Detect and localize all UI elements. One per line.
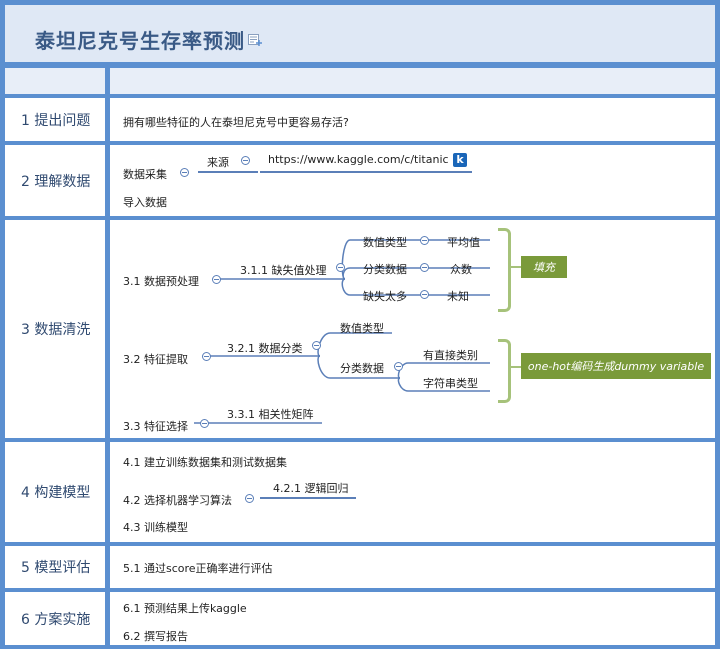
node-numeric-type: 数值类型 <box>363 236 407 249</box>
brace-bracket <box>498 228 511 312</box>
title-bar: 泰坦尼克号生存率预测 <box>5 5 715 62</box>
node-has-direct-category: 有直接类别 <box>423 349 478 362</box>
collapse-toggle-icon[interactable] <box>200 419 209 428</box>
row-label-4: 4 构建模型 <box>5 442 105 542</box>
brace-connector <box>511 266 521 268</box>
row-label-6: 6 方案实施 <box>5 592 105 645</box>
node-source: 来源 <box>207 156 229 169</box>
collapse-toggle-icon[interactable] <box>420 290 429 299</box>
question-text: 拥有哪些特征的人在泰坦尼克号中更容易存活? <box>123 116 349 129</box>
connector-lines-svg <box>194 239 490 424</box>
node-numeric-type-2: 数值类型 <box>340 322 384 335</box>
row-label-2: 2 理解数据 <box>5 145 105 216</box>
node-data-collect: 数据采集 <box>123 168 167 181</box>
brace-connector <box>511 366 521 368</box>
collapse-toggle-icon[interactable] <box>180 168 189 177</box>
node-mode: 众数 <box>450 263 472 276</box>
node-categorical: 分类数据 <box>363 263 407 276</box>
row-label-3: 3 数据清洗 <box>5 220 105 438</box>
node-mean: 平均值 <box>447 236 480 249</box>
node-preprocess: 3.1 数据预处理 <box>123 275 199 288</box>
node-categorical-2: 分类数据 <box>340 362 384 375</box>
node-upload-kaggle: 6.1 预测结果上传kaggle <box>123 602 247 615</box>
node-write-report: 6.2 撰写报告 <box>123 630 188 643</box>
collapse-toggle-icon[interactable] <box>202 352 211 361</box>
kaggle-icon[interactable]: k <box>453 153 467 167</box>
page-title: 泰坦尼克号生存率预测 <box>35 29 245 53</box>
collapse-toggle-icon[interactable] <box>420 263 429 272</box>
node-import-data: 导入数据 <box>123 196 167 209</box>
callout-fill: 填充 <box>521 256 567 278</box>
node-evaluate-score: 5.1 通过score正确率进行评估 <box>123 562 273 575</box>
callout-onehot: one-hot编码生成dummy variable <box>521 353 711 379</box>
node-string-type: 字符串类型 <box>423 377 478 390</box>
note-icon <box>248 34 262 46</box>
header-cell-right <box>110 68 715 94</box>
collapse-toggle-icon[interactable] <box>241 156 250 165</box>
row-content-6: 6.1 预测结果上传kaggle 6.2 撰写报告 <box>110 592 715 645</box>
node-too-many-missing: 缺失太多 <box>363 290 407 303</box>
collapse-toggle-icon[interactable] <box>212 275 221 284</box>
node-unknown: 未知 <box>447 290 469 303</box>
brace-bracket <box>498 339 511 403</box>
header-cell-left <box>5 68 105 94</box>
collapse-toggle-icon[interactable] <box>394 362 403 371</box>
collapse-toggle-icon[interactable] <box>336 263 345 272</box>
node-feature-selection: 3.3 特征选择 <box>123 420 188 433</box>
connector-line <box>198 171 258 173</box>
collapse-toggle-icon[interactable] <box>245 494 254 503</box>
row-content-2: 数据采集 来源 https://www.kaggle.com/c/titanic… <box>110 145 715 216</box>
node-train-model: 4.3 训练模型 <box>123 521 188 534</box>
row-content-1: 拥有哪些特征的人在泰坦尼克号中更容易存活? <box>110 98 715 141</box>
row-content-5: 5.1 通过score正确率进行评估 <box>110 546 715 588</box>
node-url-link[interactable]: https://www.kaggle.com/c/titanic <box>268 153 449 166</box>
node-data-classification: 3.2.1 数据分类 <box>227 342 303 355</box>
collapse-toggle-icon[interactable] <box>312 341 321 350</box>
collapse-toggle-icon[interactable] <box>420 236 429 245</box>
row-content-3: 3.1 数据预处理 3.1.1 缺失值处理 数值类型 平均值 分类数据 众数 缺… <box>110 220 715 438</box>
mindmap-page: 泰坦尼克号生存率预测 1 提出问题 拥有哪些特征的人在泰坦尼克号中更容易存活? … <box>0 0 720 649</box>
node-logistic-regression: 4.2.1 逻辑回归 <box>273 482 349 495</box>
row-label-5: 5 模型评估 <box>5 546 105 588</box>
node-choose-algorithm: 4.2 选择机器学习算法 <box>123 494 232 507</box>
row-label-1: 1 提出问题 <box>5 98 105 141</box>
connector-line <box>260 171 472 173</box>
node-feature-extraction: 3.2 特征提取 <box>123 353 188 366</box>
row-content-4: 4.1 建立训练数据集和测试数据集 4.2 选择机器学习算法 4.2.1 逻辑回… <box>110 442 715 542</box>
node-correlation-matrix: 3.3.1 相关性矩阵 <box>227 408 314 421</box>
connector-line <box>260 497 356 499</box>
node-build-datasets: 4.1 建立训练数据集和测试数据集 <box>123 456 287 469</box>
node-missing-values: 3.1.1 缺失值处理 <box>240 264 327 277</box>
